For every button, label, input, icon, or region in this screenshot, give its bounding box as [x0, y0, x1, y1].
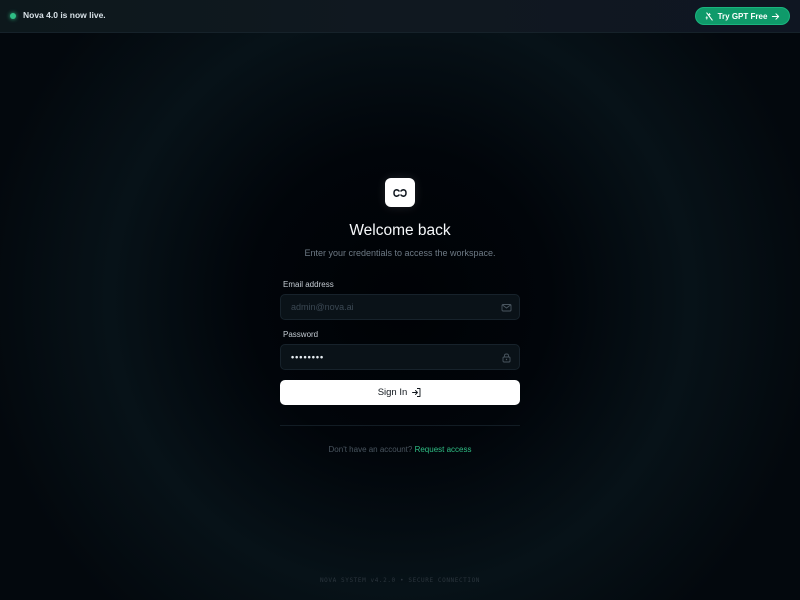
email-label: Email address [283, 280, 334, 289]
request-access-link[interactable]: Request access [415, 445, 472, 454]
form-divider [280, 425, 520, 426]
page-title: Welcome back [349, 222, 451, 239]
app-logo [385, 178, 415, 207]
password-label: Password [283, 330, 319, 339]
password-value[interactable]: •••••••• [291, 352, 324, 362]
version-text: NOVA SYSTEM v4.2.0 • SECURE CONNECTION [319, 577, 481, 584]
email-input[interactable] [291, 295, 491, 319]
announcement-banner: Nova 4.0 is now live. Try GPT Free [0, 0, 800, 33]
log-in-icon [412, 388, 421, 397]
try-gpt-free-label: Try GPT Free [717, 11, 768, 21]
mail-icon [501, 304, 512, 312]
page-subtitle: Enter your credentials to access the wor… [304, 248, 496, 258]
request-access-line: Don't have an account? Request access [250, 445, 550, 454]
status-dot [10, 13, 16, 19]
try-gpt-free-button[interactable]: Try GPT Free [695, 7, 790, 25]
sign-in-label: Sign In [377, 387, 408, 398]
sign-in-button[interactable]: Sign In [280, 380, 520, 405]
login-page: Nova 4.0 is now live. Try GPT Free Welco… [0, 0, 800, 600]
announcement-text: Nova 4.0 is now live. [23, 10, 106, 20]
email-field[interactable] [280, 294, 520, 320]
password-field[interactable]: •••••••• [280, 344, 520, 370]
arrow-right-icon [772, 12, 780, 20]
infinity-link-icon [393, 188, 407, 197]
sparkle-slash-icon [705, 11, 713, 21]
lock-icon [502, 353, 511, 363]
no-account-text: Don't have an account? [328, 445, 413, 454]
